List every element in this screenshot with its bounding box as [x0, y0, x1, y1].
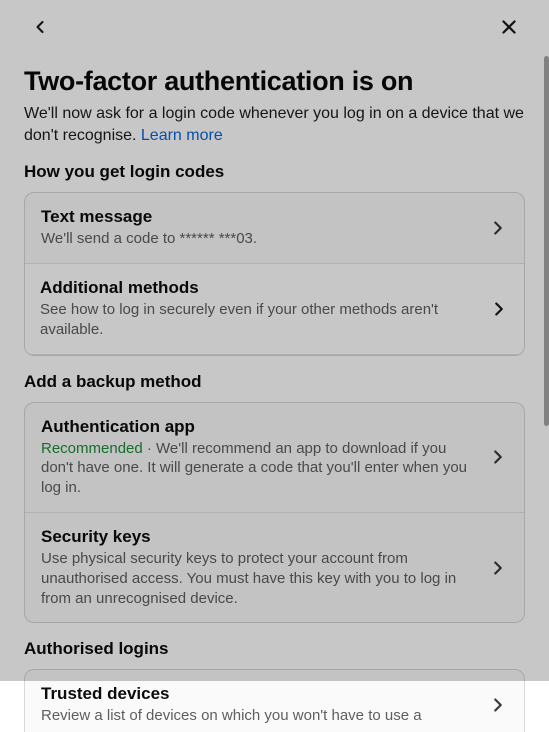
row-text-message[interactable]: Text message We'll send a code to ******…: [25, 193, 524, 263]
row-auth-app[interactable]: Authentication app Recommended · We'll r…: [25, 403, 524, 512]
section-authorised: Authorised logins: [24, 639, 525, 659]
row-auth-app-desc: Recommended · We'll recommend an app to …: [41, 439, 474, 498]
row-security-keys-title: Security keys: [41, 527, 474, 547]
row-additional-methods[interactable]: Additional methods See how to log in sec…: [24, 263, 525, 355]
row-text-message-body: Text message We'll send a code to ******…: [41, 207, 474, 249]
row-additional-body: Additional methods See how to log in sec…: [40, 278, 475, 340]
chevron-right-icon: [486, 445, 510, 469]
login-codes-card: Text message We'll send a code to ******…: [24, 192, 525, 355]
chevron-right-icon: [486, 556, 510, 580]
row-additional-title: Additional methods: [40, 278, 475, 298]
row-trusted-body: Trusted devices Review a list of devices…: [41, 684, 474, 726]
row-text-message-title: Text message: [41, 207, 474, 227]
row-security-keys[interactable]: Security keys Use physical security keys…: [25, 512, 524, 622]
row-trusted-devices[interactable]: Trusted devices Review a list of devices…: [25, 670, 524, 732]
row-security-keys-body: Security keys Use physical security keys…: [41, 527, 474, 608]
backup-card: Authentication app Recommended · We'll r…: [24, 402, 525, 624]
authorised-card: Trusted devices Review a list of devices…: [24, 669, 525, 732]
row-trusted-desc: Review a list of devices on which you wo…: [41, 706, 474, 726]
chevron-right-icon: [486, 693, 510, 717]
page-title: Two-factor authentication is on: [24, 66, 525, 97]
row-security-keys-desc: Use physical security keys to protect yo…: [41, 549, 474, 608]
row-auth-app-title: Authentication app: [41, 417, 474, 437]
page-subtitle: We'll now ask for a login code whenever …: [24, 103, 525, 146]
section-login-codes: How you get login codes: [24, 162, 525, 182]
row-text-message-desc: We'll send a code to ****** ***03.: [41, 229, 474, 249]
close-button[interactable]: [493, 11, 525, 43]
row-trusted-title: Trusted devices: [41, 684, 474, 704]
row-auth-app-body: Authentication app Recommended · We'll r…: [41, 417, 474, 498]
subtitle-text: We'll now ask for a login code whenever …: [24, 105, 524, 144]
top-bar: [24, 0, 525, 54]
row-additional-desc: See how to log in securely even if your …: [40, 300, 475, 340]
chevron-left-icon: [30, 17, 50, 37]
back-button[interactable]: [24, 11, 56, 43]
chevron-right-icon: [487, 297, 511, 321]
section-backup: Add a backup method: [24, 372, 525, 392]
learn-more-link[interactable]: Learn more: [141, 127, 223, 144]
scrollbar-thumb[interactable]: [544, 56, 549, 426]
recommended-label: Recommended: [41, 440, 143, 457]
chevron-right-icon: [486, 216, 510, 240]
close-icon: [498, 16, 520, 38]
